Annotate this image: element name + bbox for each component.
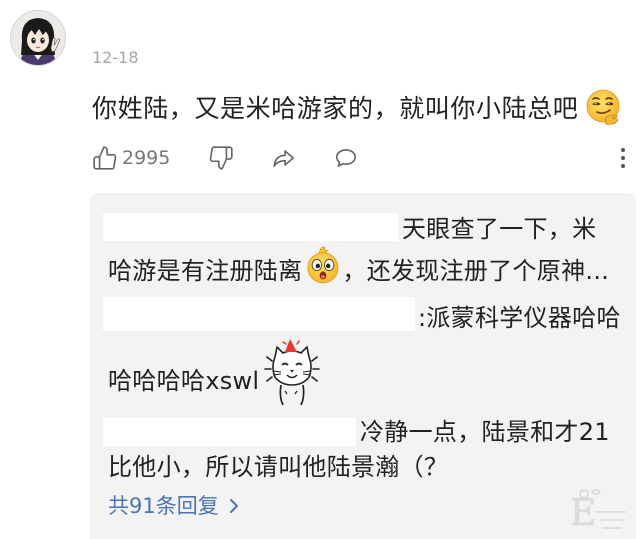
avatar-image — [10, 10, 66, 66]
thumbs-up-icon — [93, 146, 117, 170]
reply-3-line-2: 比他小，所以请叫他陆景瀚（？ — [108, 453, 449, 481]
share-button[interactable] — [270, 145, 298, 171]
cat-sticker-icon — [263, 335, 321, 413]
like-button[interactable]: 2995 — [92, 145, 170, 171]
watermark-letter: E — [570, 493, 597, 534]
reply-3-line-1: 冷静一点，陆景和才21 — [360, 418, 610, 446]
reply-1-text-before-emoji: 哈游是有注册陆离 — [108, 256, 303, 285]
comment-actions: 2995 — [0, 145, 640, 171]
reply-button[interactable] — [332, 145, 360, 171]
comment-date: 12-18 — [92, 48, 139, 67]
reply-1-text-after-emoji: ，还发现注册了个原神... — [342, 256, 610, 285]
smirk-face-emoji-icon — [584, 88, 622, 126]
thumbs-down-icon — [209, 146, 233, 170]
more-options-button[interactable] — [617, 145, 629, 171]
like-count: 2995 — [122, 147, 171, 169]
reply-1-line-1: 天眼查了一下，米 — [402, 215, 597, 243]
watermark-logo: E — [556, 486, 636, 538]
dislike-button[interactable] — [208, 145, 234, 171]
reply-1-line-2: 哈游是有注册陆离 ，还发现注册了个原神... — [108, 245, 610, 291]
redacted-username — [103, 418, 356, 446]
comment-card: 12-18 你姓陆，又是米哈游家的，就叫你小陆总吧 2995 天眼查了一下，米 … — [0, 0, 640, 539]
reply-2-line-2: 哈哈哈哈xswl — [108, 338, 323, 410]
comment-content: 你姓陆，又是米哈游家的，就叫你小陆总吧 — [92, 86, 622, 128]
view-more-replies-link[interactable]: 共91条回复 — [108, 492, 239, 520]
reply-2-line-1: :派蒙科学仪器哈哈 — [418, 304, 621, 332]
avatar[interactable] — [10, 10, 66, 66]
redacted-username — [103, 213, 398, 241]
reply-2-text: 哈哈哈哈xswl — [108, 366, 260, 395]
surprised-face-emoji-icon — [306, 245, 340, 291]
more-replies-label: 共91条回复 — [108, 494, 219, 518]
comment-text: 你姓陆，又是米哈游家的，就叫你小陆总吧 — [92, 94, 579, 123]
redacted-username — [103, 297, 415, 331]
chevron-right-icon — [229, 499, 238, 513]
share-icon — [273, 150, 295, 167]
more-vertical-icon — [621, 148, 625, 168]
comment-bubble-icon — [335, 149, 357, 167]
